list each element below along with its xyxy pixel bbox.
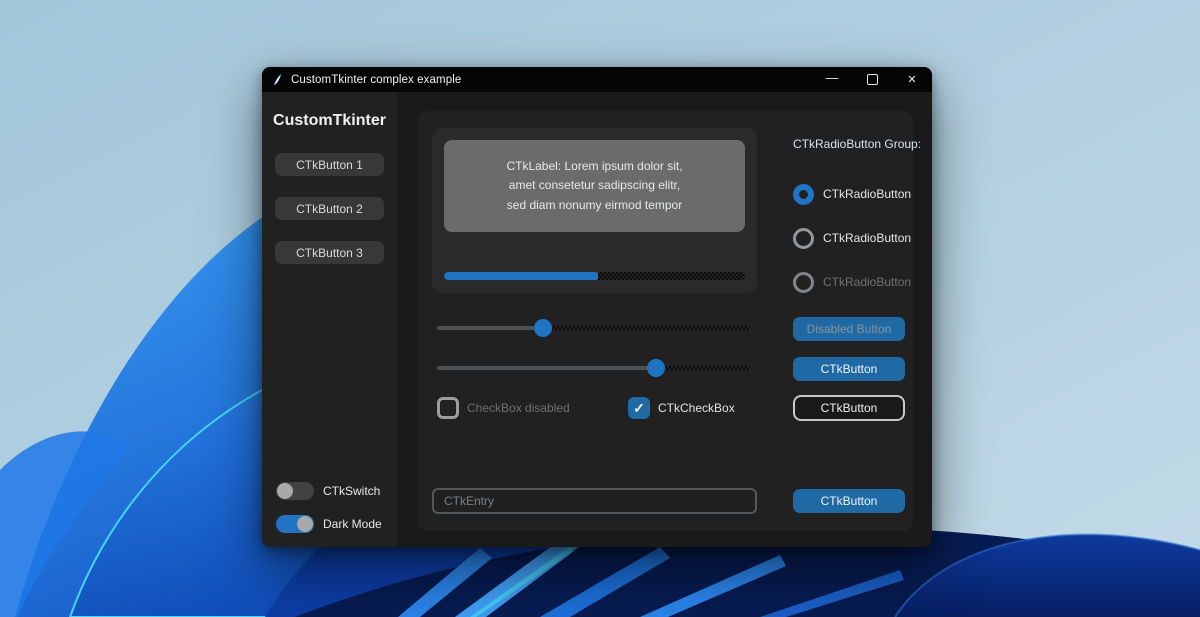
slider-2[interactable] [437,359,750,377]
radio-button-2[interactable] [793,227,814,249]
checkbox-disabled[interactable]: ✓ [437,397,459,419]
radio-button-1[interactable] [793,183,814,205]
slider-1-knob[interactable] [534,319,553,337]
dark-mode-switch-row: Dark Mode [276,513,382,535]
maximize-button[interactable] [852,67,892,92]
slider-2-fill [437,366,657,370]
ctk-entry[interactable] [432,488,757,514]
slider-2-knob[interactable] [647,359,666,377]
sidebar: CustomTkinter CTkButton 1 CTkButton 2 CT… [262,92,397,547]
switch-knob[interactable] [277,483,293,499]
slider-1-track[interactable] [437,319,750,337]
right-column: CTkRadioButton Group: CTkRadioButton CTk… [793,111,922,531]
progressbar [444,272,745,280]
ctk-button-bottom[interactable]: CTkButton [793,489,905,513]
radio-button-3[interactable] [793,271,814,293]
ctk-switch-label: CTkSwitch [323,484,381,498]
radio-group-label: CTkRadioButton Group: [793,137,922,151]
ctk-switch-row: CTkSwitch [276,480,380,502]
slider-2-track[interactable] [437,359,750,377]
minimize-icon: — [825,70,839,85]
close-button[interactable]: ✕ [892,67,932,92]
ctk-button-outline[interactable]: CTkButton [793,395,905,421]
disabled-button[interactable]: Disabled Button [793,317,905,341]
app-icon [273,73,282,86]
dark-mode-switch[interactable] [276,515,314,533]
info-frame: CTkLabel: Lorem ipsum dolor sit, amet co… [432,128,757,293]
progressbar-fill [444,272,598,280]
ctk-button-primary[interactable]: CTkButton [793,357,905,381]
minimize-button[interactable]: — [812,67,852,92]
radio-label-2: CTkRadioButton [823,231,912,245]
main-area: CTkLabel: Lorem ipsum dolor sit, amet co… [397,92,932,547]
window-controls: — ✕ [812,67,932,92]
radio-row-3[interactable]: CTkRadioButton [793,271,911,293]
app-window: CustomTkinter complex example — ✕ Custom… [262,67,932,547]
dark-mode-switch-label: Dark Mode [323,517,382,531]
close-icon: ✕ [907,74,917,86]
info-label: CTkLabel: Lorem ipsum dolor sit, amet co… [444,140,745,232]
window-body: CustomTkinter CTkButton 1 CTkButton 2 CT… [262,92,932,547]
check-icon: ✓ [633,400,645,416]
radio-row-1[interactable]: CTkRadioButton [793,183,911,205]
radio-label-3: CTkRadioButton [823,275,912,289]
ctk-switch[interactable] [276,482,314,500]
window-title: CustomTkinter complex example [291,73,462,86]
radio-label-1: CTkRadioButton [823,187,912,201]
sidebar-button-2[interactable]: CTkButton 2 [275,197,384,220]
ctk-checkbox[interactable]: ✓ [628,397,650,419]
slider-1-fill [437,326,544,330]
sidebar-button-1[interactable]: CTkButton 1 [275,153,384,176]
desktop: CustomTkinter complex example — ✕ Custom… [0,0,1200,617]
sidebar-title: CustomTkinter [273,112,386,129]
checkbox-disabled-label: CheckBox disabled [467,401,570,415]
sidebar-button-3[interactable]: CTkButton 3 [275,241,384,264]
slider-1[interactable] [437,319,750,337]
radio-row-2[interactable]: CTkRadioButton [793,227,911,249]
content-panel: CTkLabel: Lorem ipsum dolor sit, amet co… [417,111,922,531]
switch-knob[interactable] [297,516,313,532]
maximize-icon [866,74,878,85]
titlebar[interactable]: CustomTkinter complex example — ✕ [262,67,932,92]
ctk-checkbox-label: CTkCheckBox [658,401,735,415]
